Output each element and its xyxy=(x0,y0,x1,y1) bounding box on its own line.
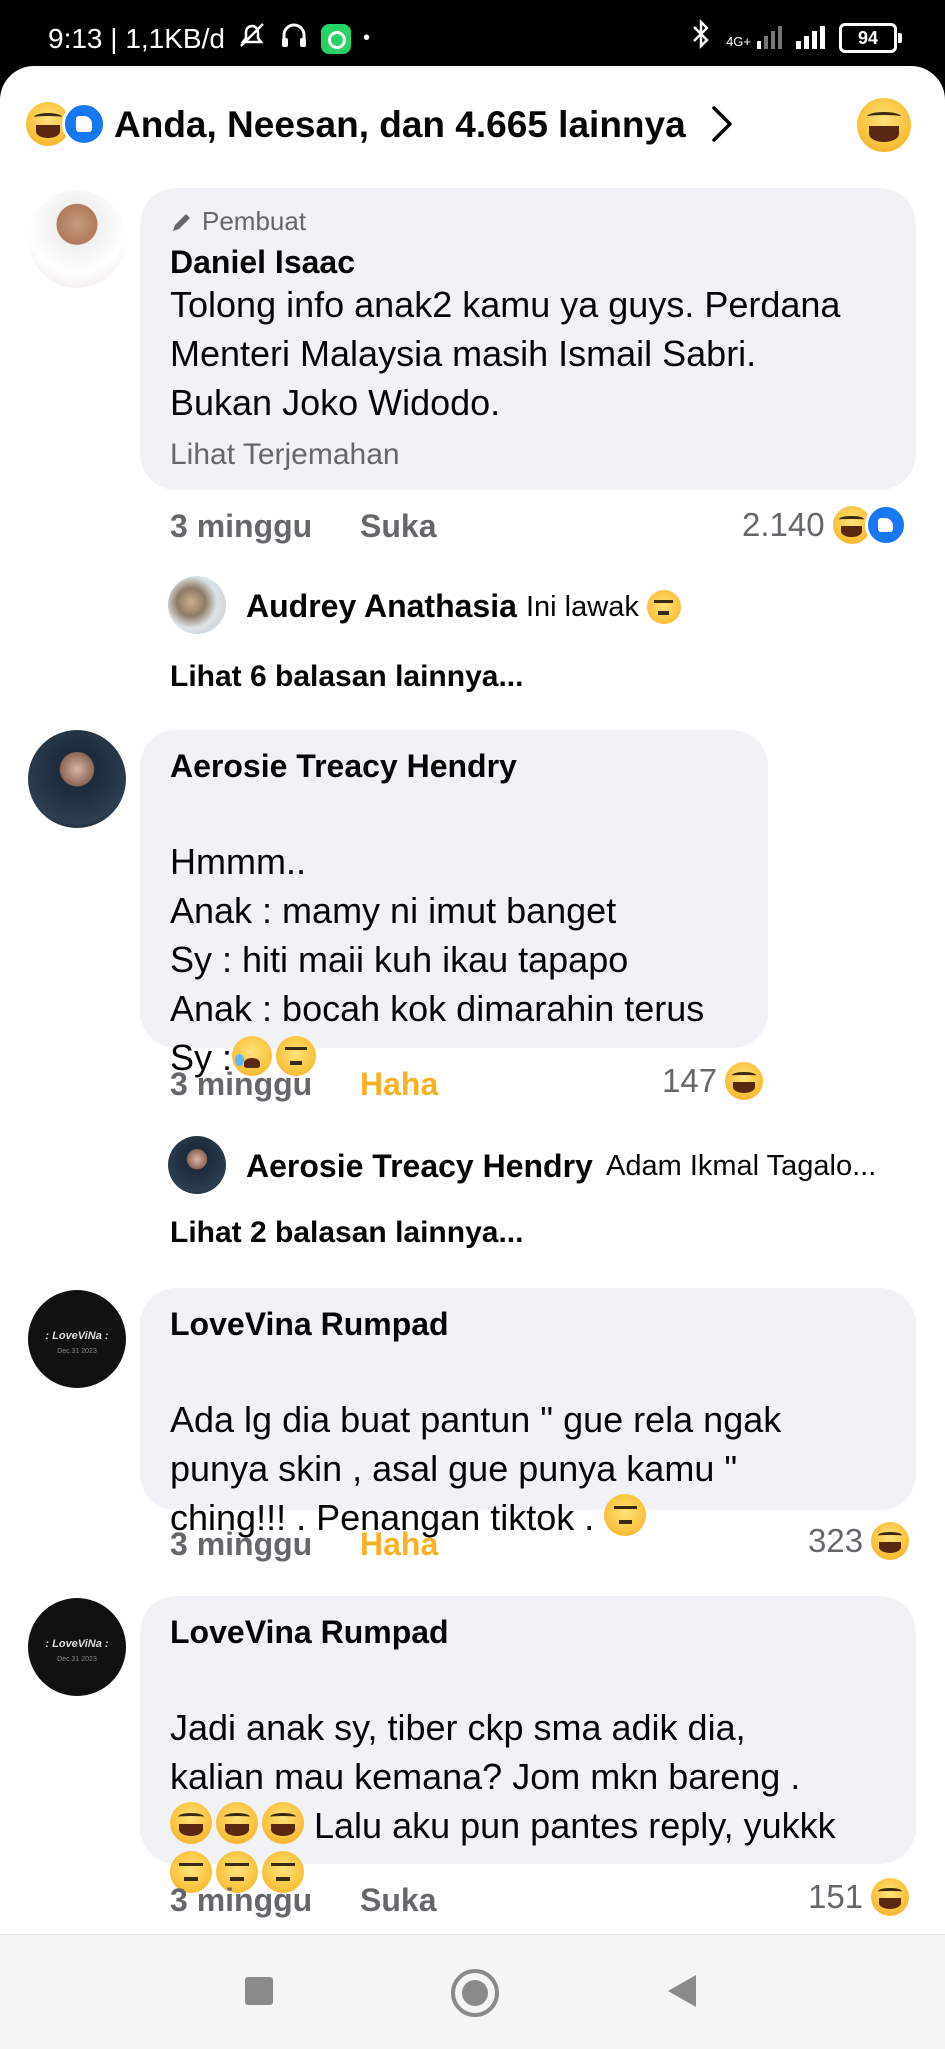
comment-time: 3 minggu xyxy=(170,508,313,544)
comment-author[interactable]: LoveVina Rumpad xyxy=(170,1306,449,1343)
comment-text-value: Jadi anak sy, tiber ckp sma adik dia, ka… xyxy=(170,1707,801,1797)
headphones-icon xyxy=(279,20,309,57)
avatar-text: : LoveViNa : xyxy=(45,1638,109,1650)
chevron-right-icon[interactable] xyxy=(702,102,742,146)
recent-apps-icon[interactable] xyxy=(245,1977,273,2005)
rofl-emoji-icon xyxy=(604,1494,647,1536)
reactions-summary-bar[interactable]: Anda, Neesan, dan 4.665 lainnya xyxy=(0,66,945,186)
comment-bubble[interactable]: LoveVina Rumpad Jadi anak sy, tiber ckp … xyxy=(140,1596,916,1893)
reaction-count[interactable]: 2.140 xyxy=(742,504,907,546)
pencil-icon xyxy=(173,213,190,231)
signal-4g-icon: 4G+ xyxy=(726,26,782,49)
comment-text: Jadi anak sy, tiber ckp sma adik dia, ka… xyxy=(170,1654,910,1899)
avatar[interactable]: : LoveViNa : Dec.31 2023 xyxy=(28,1598,126,1696)
avatar[interactable]: : LoveViNa : Dec.31 2023 xyxy=(28,1290,126,1388)
reply-text-value: Ini lawak xyxy=(526,590,639,623)
network-label: 4G+ xyxy=(726,34,751,49)
comment-text: Tolong info anak2 kamu ya guys. Perdana … xyxy=(170,284,841,423)
like-button[interactable]: Suka xyxy=(360,1882,436,1919)
avatar-date: Dec.31 2023 xyxy=(57,1656,97,1663)
like-icon xyxy=(864,504,907,546)
comment-text: Ada lg dia buat pantun " gue rela ngak p… xyxy=(170,1346,910,1542)
back-icon[interactable] xyxy=(668,1975,696,2007)
status-bar: 9:13 | 1,1KB/d • 4G+ 94 xyxy=(0,0,945,66)
bluetooth-icon xyxy=(690,18,712,57)
avatar-text: : LoveViNa : xyxy=(45,1330,109,1342)
avatar[interactable] xyxy=(28,730,126,828)
reaction-count-value: 2.140 xyxy=(742,506,825,543)
reactions-summary-text: Anda, Neesan, dan 4.665 lainnya xyxy=(114,104,686,145)
comment-bubble[interactable]: Pembuat Daniel Isaac Tolong info anak2 k… xyxy=(140,188,916,490)
see-translation-link[interactable]: Lihat Terjemahan xyxy=(170,438,400,472)
avatar-date: Dec.31 2023 xyxy=(57,1348,97,1355)
reaction-count[interactable]: 147 xyxy=(662,1062,764,1100)
author-badge: Pembuat xyxy=(170,206,306,237)
comment-author[interactable]: Daniel Isaac xyxy=(170,244,355,281)
comment-bubble[interactable]: LoveVina Rumpad Ada lg dia buat pantun "… xyxy=(140,1288,916,1538)
haha-icon xyxy=(871,1878,910,1916)
comment-author[interactable]: LoveVina Rumpad xyxy=(170,1614,449,1651)
comments-sheet: Anda, Neesan, dan 4.665 lainnya Pembuat … xyxy=(0,66,945,1934)
reply-author[interactable]: Audrey Anathasia xyxy=(246,588,517,625)
haha-icon xyxy=(725,1062,764,1100)
like-button[interactable]: Suka xyxy=(360,508,436,545)
comment-text: Hmmm.. Anak : mamy ni imut banget Sy : h… xyxy=(170,788,760,1082)
reply-text: Adam Ikmal Tagalo... xyxy=(606,1150,877,1182)
comment-text-tail: Lalu aku pun pantes reply, yukkk xyxy=(304,1805,836,1846)
reply-text: Ini lawak xyxy=(526,590,681,624)
home-icon[interactable] xyxy=(451,1969,499,2017)
reaction-count[interactable]: 323 xyxy=(808,1522,910,1560)
battery-level: 94 xyxy=(857,27,879,48)
avatar[interactable] xyxy=(168,1136,226,1194)
reaction-count-value: 147 xyxy=(662,1062,718,1099)
reaction-icons xyxy=(26,102,106,146)
rofl-emoji-icon xyxy=(646,590,681,624)
dot-icon: • xyxy=(362,27,370,49)
avatar[interactable] xyxy=(28,190,126,288)
comment-text-value: Ada lg dia buat pantun " gue rela ngak p… xyxy=(170,1399,782,1538)
status-time: 9:13 | 1,1KB/d xyxy=(48,22,225,54)
battery-icon: 94 xyxy=(839,22,902,53)
joy-emoji-icon xyxy=(216,1802,258,1844)
avatar[interactable] xyxy=(168,576,226,634)
comment-time: 3 minggu xyxy=(170,1526,313,1562)
whatsapp-icon xyxy=(320,23,351,54)
view-more-replies-link[interactable]: Lihat 6 balasan lainnya... xyxy=(170,660,523,694)
reaction-count[interactable]: 151 xyxy=(808,1878,910,1916)
mute-icon xyxy=(237,20,267,57)
navigation-bar xyxy=(0,1934,945,2049)
comment-time: 3 minggu xyxy=(170,1882,313,1918)
reaction-count-value: 323 xyxy=(808,1522,864,1559)
comment-time: 3 minggu xyxy=(170,1066,313,1102)
haha-reaction-button[interactable] xyxy=(857,98,911,152)
like-icon xyxy=(62,102,106,146)
joy-emoji-icon xyxy=(170,1802,212,1844)
haha-icon xyxy=(871,1522,910,1560)
joy-emoji-icon xyxy=(262,1802,304,1844)
view-more-replies-link[interactable]: Lihat 2 balasan lainnya... xyxy=(170,1216,523,1250)
haha-button[interactable]: Haha xyxy=(360,1526,438,1563)
comment-bubble[interactable]: Aerosie Treacy Hendry Hmmm.. Anak : mamy… xyxy=(140,730,768,1078)
reaction-count-value: 151 xyxy=(808,1878,864,1915)
reply-author[interactable]: Aerosie Treacy Hendry xyxy=(246,1148,593,1185)
haha-button[interactable]: Haha xyxy=(360,1066,438,1103)
comment-author[interactable]: Aerosie Treacy Hendry xyxy=(170,748,517,785)
author-badge-label: Pembuat xyxy=(202,206,307,236)
signal-icon xyxy=(796,26,825,49)
